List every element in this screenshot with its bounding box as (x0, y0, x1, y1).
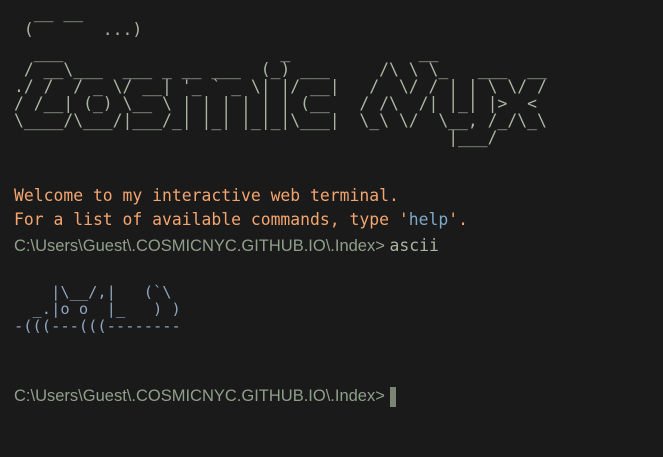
text-cursor (390, 386, 397, 407)
history-command: ascii (389, 236, 439, 255)
cat-ascii-art: |\__/,| (`\ _.|o o |_ ) ) -(((---(((----… (14, 283, 181, 335)
help-command-text: help (408, 210, 449, 229)
terminal-window[interactable]: __ __ ( ...) ___ _ __ / __\___ ___ _ __ … (0, 0, 663, 457)
help-quote-close: ' (448, 210, 459, 229)
current-prompt: C:\Users\Guest\.COSMICNYC.GITHUB.IO\.Ind… (14, 387, 390, 405)
history-prompt: C:\Users\Guest\.COSMICNYC.GITHUB.IO\.Ind… (14, 237, 390, 255)
welcome-message: Welcome to my interactive web terminal. (14, 186, 399, 205)
small-logo-ascii: __ __ ( ...) (23, 3, 143, 39)
help-hint-message: For a list of available commands, type '… (14, 208, 468, 232)
current-command-line[interactable]: C:\Users\Guest\.COSMICNYC.GITHUB.IO\.Ind… (14, 384, 397, 408)
help-hint-suffix: . (458, 210, 468, 229)
help-hint-prefix: For a list of available commands, type (14, 210, 399, 229)
help-quote-open: ' (398, 210, 409, 229)
cosmicnyx-banner-ascii: ___ _ __ / __\___ ___ _ __ ___ (_) ___ /… (14, 43, 547, 147)
history-command-line: C:\Users\Guest\.COSMICNYC.GITHUB.IO\.Ind… (14, 234, 439, 258)
